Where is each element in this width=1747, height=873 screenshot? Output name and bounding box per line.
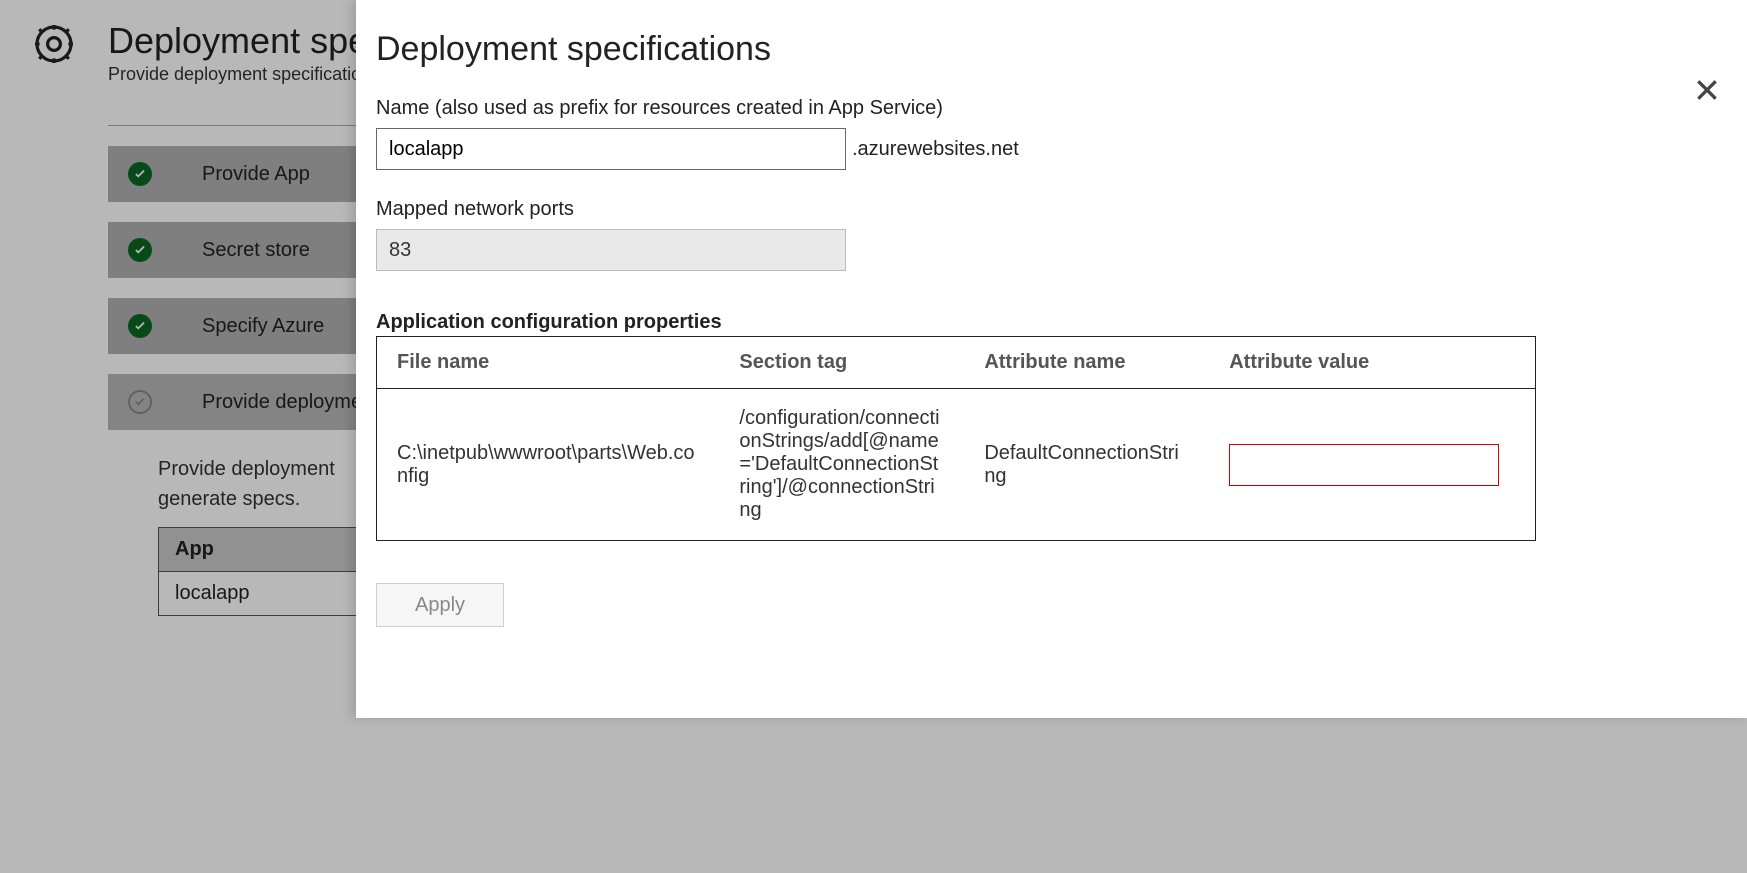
cell-section-tag: /configuration/connectionStrings/add[@na… bbox=[719, 389, 964, 541]
config-properties-table: File name Section tag Attribute name Att… bbox=[376, 336, 1536, 541]
apply-button[interactable]: Apply bbox=[376, 583, 504, 627]
props-section-title: Application configuration properties bbox=[376, 311, 1711, 334]
cell-file-name: C:\inetpub\wwwroot\parts\Web.config bbox=[377, 389, 720, 541]
attribute-value-input[interactable] bbox=[1229, 444, 1499, 486]
domain-suffix: .azurewebsites.net bbox=[852, 138, 1019, 161]
table-row: C:\inetpub\wwwroot\parts\Web.config /con… bbox=[377, 389, 1536, 541]
ports-input bbox=[376, 229, 846, 271]
cell-attr-name: DefaultConnectionString bbox=[964, 389, 1209, 541]
col-header-section: Section tag bbox=[719, 337, 964, 389]
ports-field: Mapped network ports bbox=[376, 198, 1711, 271]
deployment-spec-modal: Deployment specifications Name (also use… bbox=[356, 0, 1747, 718]
col-header-attr: Attribute name bbox=[964, 337, 1209, 389]
modal-title: Deployment specifications bbox=[376, 30, 1711, 69]
col-header-val: Attribute value bbox=[1209, 337, 1535, 389]
col-header-file: File name bbox=[377, 337, 720, 389]
ports-label: Mapped network ports bbox=[376, 198, 1711, 221]
name-label: Name (also used as prefix for resources … bbox=[376, 97, 1711, 120]
cell-attr-value bbox=[1209, 389, 1535, 541]
name-field: Name (also used as prefix for resources … bbox=[376, 97, 1711, 170]
close-button[interactable] bbox=[1687, 70, 1727, 110]
name-input[interactable] bbox=[376, 128, 846, 170]
